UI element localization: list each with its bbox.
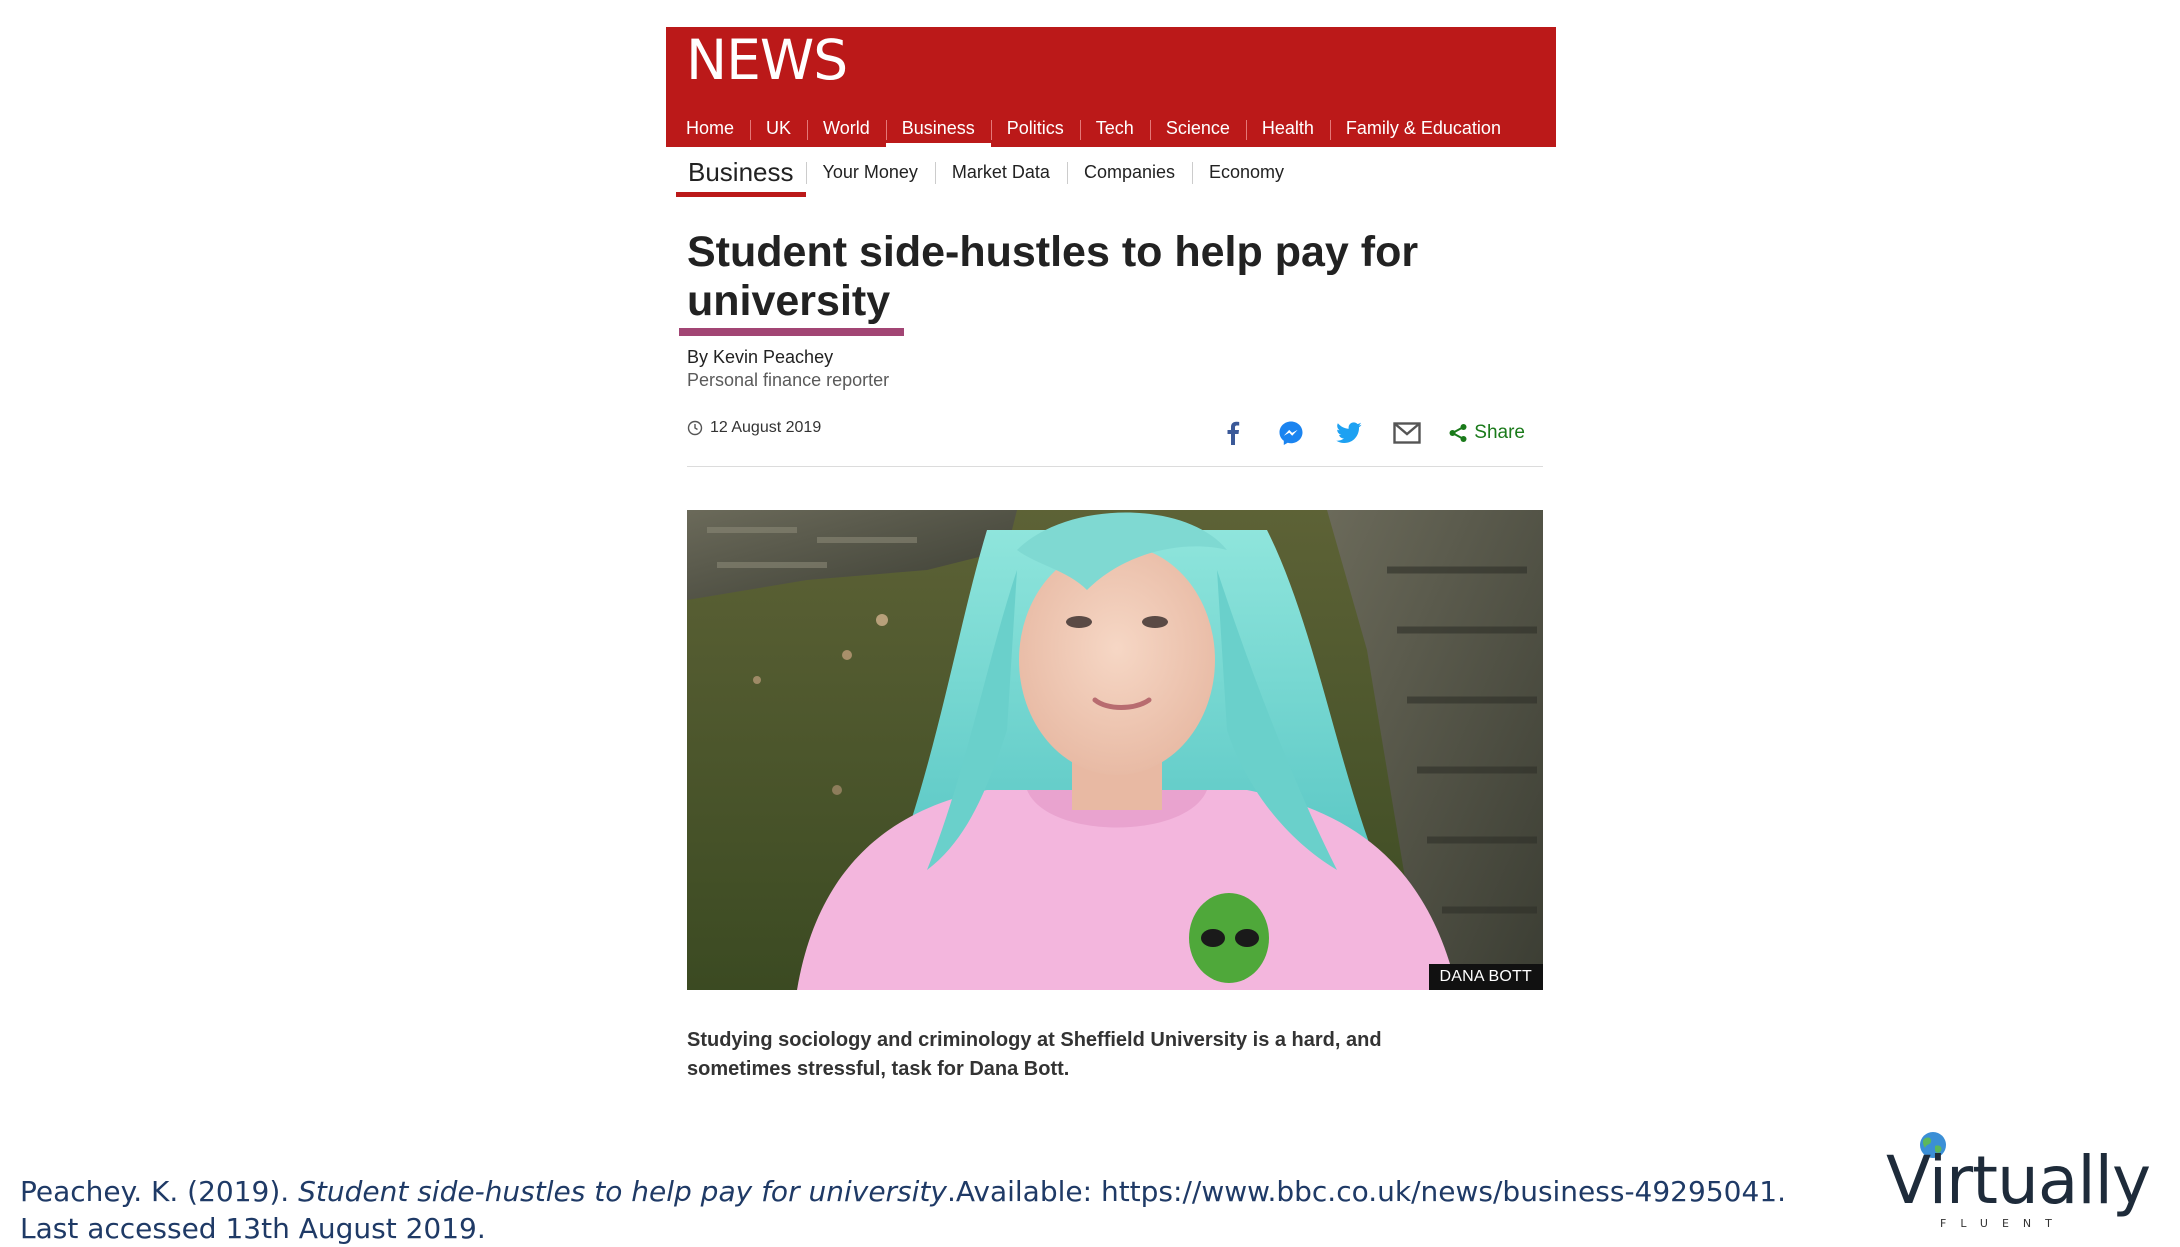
- section-title-business[interactable]: Business: [676, 150, 806, 197]
- news-header: NEWS Home UK World Business Politics Tec…: [666, 27, 1556, 147]
- article-summary: Studying sociology and criminology at Sh…: [687, 1029, 1382, 1080]
- email-icon[interactable]: [1388, 415, 1426, 451]
- subnav-your-money[interactable]: Your Money: [805, 150, 935, 194]
- clock-icon: [687, 420, 703, 436]
- nav-item-world[interactable]: World: [807, 110, 886, 147]
- twitter-icon[interactable]: [1330, 415, 1368, 451]
- brand-tagline: FLUENT: [1940, 1217, 2066, 1230]
- share-tools: Share: [1194, 415, 1525, 451]
- subnav-market-data[interactable]: Market Data: [934, 150, 1067, 194]
- photo-illustration: [687, 510, 1543, 990]
- messenger-icon[interactable]: [1272, 415, 1310, 451]
- news-logo[interactable]: NEWS: [686, 33, 848, 88]
- nav-item-home[interactable]: Home: [666, 110, 750, 147]
- meta-divider: [687, 466, 1543, 467]
- subnav-economy[interactable]: Economy: [1192, 150, 1301, 194]
- nav-item-health[interactable]: Health: [1245, 110, 1330, 147]
- meta-row: 12 August 2019 Share: [687, 415, 1543, 451]
- date-stamp: 12 August 2019: [687, 419, 821, 437]
- share-icon: [1449, 424, 1467, 442]
- brand-wordmark: Virtually: [1886, 1142, 2151, 1219]
- share-button[interactable]: Share: [1448, 422, 1525, 444]
- citation-title: Student side-hustles to help pay for uni…: [298, 1175, 947, 1208]
- headline-underline: [679, 328, 904, 336]
- virtually-fluent-logo: Virtually FLUENT: [1880, 1130, 2151, 1230]
- article-photo: DANA BOTT: [687, 510, 1543, 990]
- nav-item-business[interactable]: Business: [885, 110, 991, 147]
- nav-item-tech[interactable]: Tech: [1079, 110, 1150, 147]
- article-headline: Student side-hustles to help pay for uni…: [687, 228, 1419, 325]
- secondary-nav: Business Your Money Market Data Companie…: [676, 148, 1556, 197]
- slide: NEWS Home UK World Business Politics Tec…: [0, 0, 2180, 1245]
- nav-item-family-education[interactable]: Family & Education: [1329, 110, 1517, 147]
- subnav-companies[interactable]: Companies: [1066, 150, 1192, 194]
- share-label: Share: [1474, 422, 1525, 443]
- publish-date: 12 August 2019: [710, 419, 822, 436]
- photo-credit: DANA BOTT: [1428, 964, 1543, 990]
- facebook-icon[interactable]: [1214, 415, 1252, 451]
- author-title: Personal finance reporter: [687, 370, 890, 390]
- nav-item-uk[interactable]: UK: [750, 110, 807, 147]
- citation-prefix: Peachey. K. (2019).: [20, 1175, 299, 1208]
- nav-item-politics[interactable]: Politics: [990, 110, 1080, 147]
- primary-nav: Home UK World Business Politics Tech Sci…: [666, 110, 1556, 147]
- author-name: By Kevin Peachey: [687, 347, 834, 367]
- byline: By Kevin Peachey Personal finance report…: [687, 346, 889, 392]
- citation: Peachey. K. (2019). Student side-hustles…: [20, 1173, 1830, 1247]
- nav-item-science[interactable]: Science: [1149, 110, 1246, 147]
